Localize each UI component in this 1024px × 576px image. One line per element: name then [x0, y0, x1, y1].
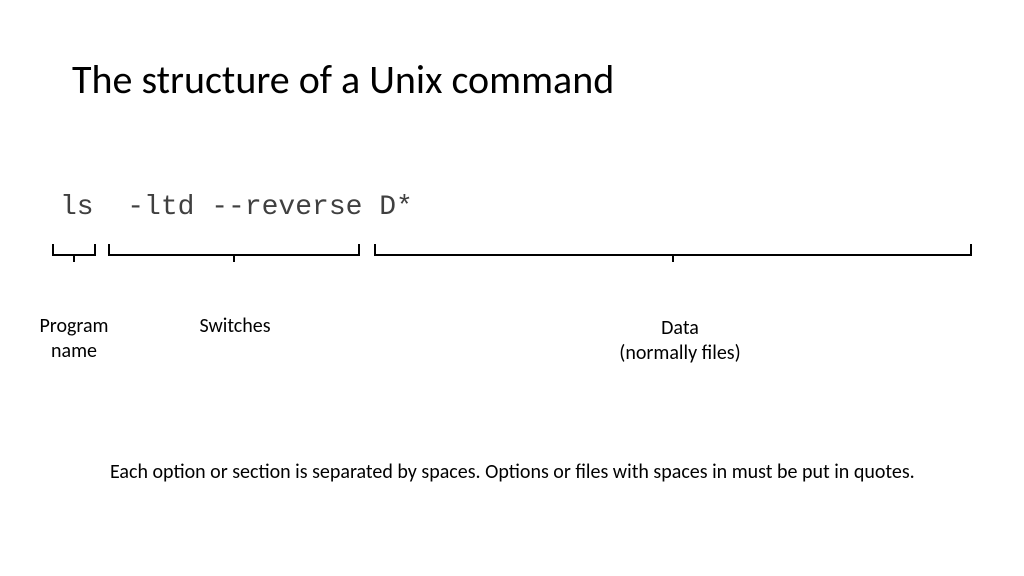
label-data: Data(normally files)	[590, 316, 770, 366]
command-example: ls -ltd --reverse D*	[60, 192, 413, 223]
bracket-switches	[108, 244, 360, 256]
bracket-data	[374, 244, 972, 256]
footnote-text: Each option or section is separated by s…	[110, 460, 940, 484]
slide-title: The structure of a Unix command	[72, 55, 614, 104]
label-program: Programname	[28, 314, 120, 364]
label-switches: Switches	[180, 314, 290, 339]
bracket-program	[52, 244, 96, 256]
